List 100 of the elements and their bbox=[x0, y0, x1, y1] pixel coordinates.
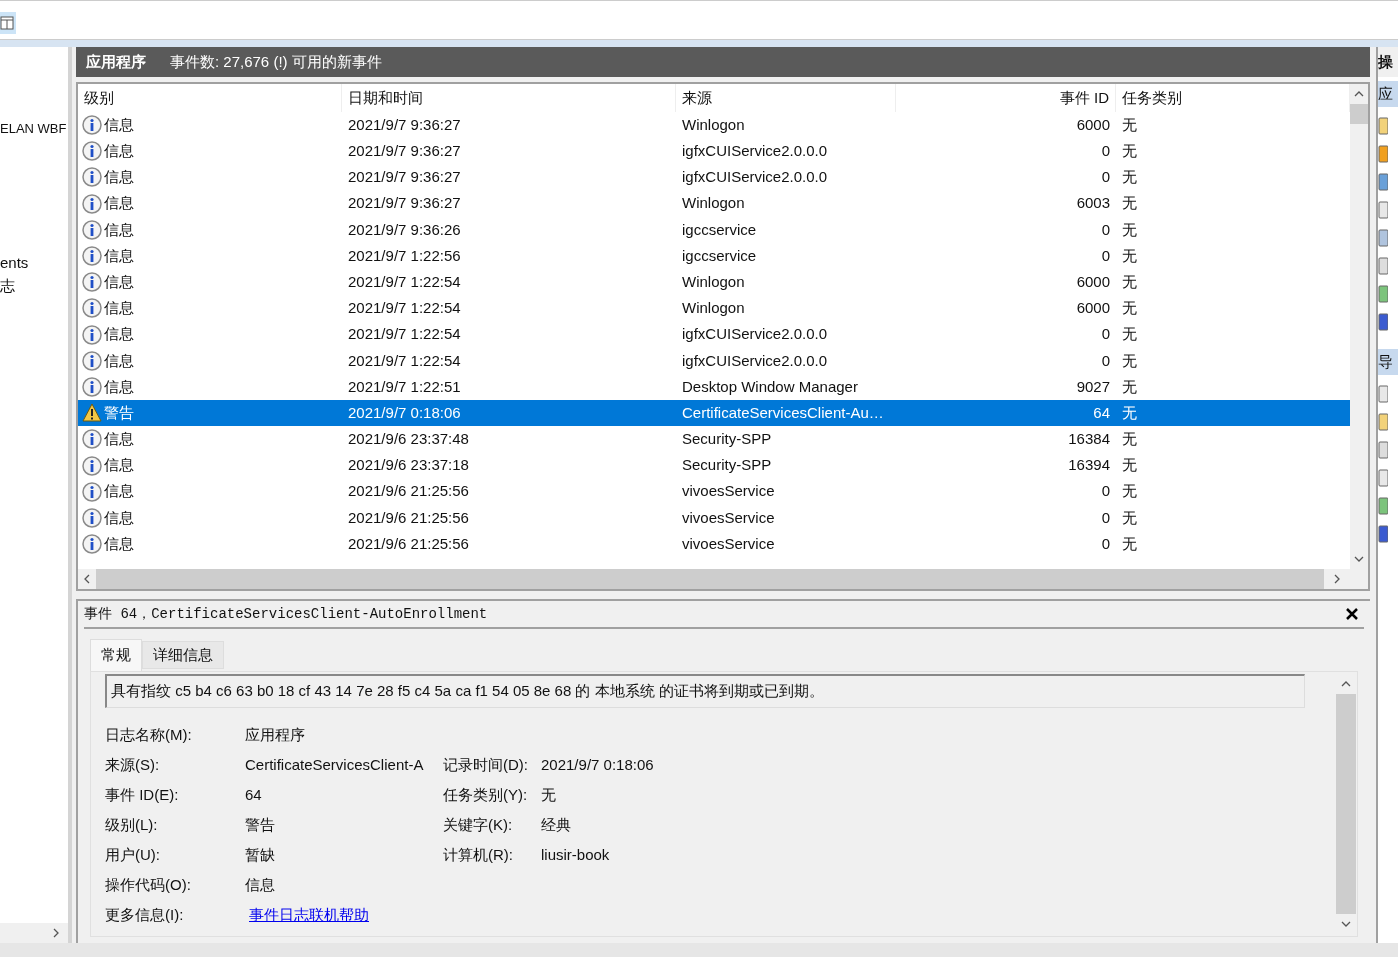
action-icon[interactable] bbox=[1378, 229, 1388, 247]
table-cell: igfxCUIService2.0.0.0 bbox=[682, 325, 828, 343]
action-icon[interactable] bbox=[1378, 201, 1388, 219]
section-header[interactable]: 导 bbox=[1378, 349, 1398, 375]
event-row[interactable]: 信息 2021/9/7 9:36:27 igfxCUIService2.0.0.0 0 无 bbox=[78, 164, 1350, 191]
action-icon[interactable] bbox=[1378, 145, 1388, 163]
scroll-thumb[interactable] bbox=[1336, 694, 1356, 914]
details-tab[interactable]: 常规 bbox=[90, 639, 142, 671]
event-row[interactable]: 信息 2021/9/6 21:25:56 vivoesService 0 无 bbox=[78, 478, 1350, 505]
field-label: 计算机(R): bbox=[443, 844, 514, 865]
tree-item[interactable]: ELAN WBF bbox=[0, 119, 67, 139]
event-row[interactable]: 信息 2021/9/7 1:22:51 Desktop Window Manager 9027 无 bbox=[78, 373, 1350, 401]
action-icon[interactable] bbox=[1378, 117, 1388, 135]
event-row[interactable]: 信息 2021/9/7 1:22:54 igfxCUIService2.0.0.0 0 无 bbox=[78, 321, 1350, 348]
event-row[interactable]: 信息 2021/9/6 21:25:56 vivoesService 0 无 bbox=[78, 531, 1350, 558]
table-cell: vivoesService bbox=[682, 482, 775, 500]
table-cell: vivoesService bbox=[682, 534, 775, 552]
action-icon[interactable] bbox=[1378, 173, 1388, 191]
table-cell: 2021/9/7 9:36:26 bbox=[348, 220, 461, 238]
column-header[interactable]: 级别 bbox=[78, 84, 342, 112]
event-row[interactable]: 信息 2021/9/6 21:25:56 vivoesService 0 无 bbox=[78, 504, 1350, 531]
scroll-thumb[interactable] bbox=[1350, 104, 1368, 124]
event-row[interactable]: 信息 2021/9/7 9:36:27 Winlogon 6000 无 bbox=[78, 112, 1350, 139]
info-icon bbox=[82, 376, 102, 397]
action-icon[interactable] bbox=[1378, 313, 1388, 331]
event-title: 事件 64，CertificateServicesClient-AutoEnrollment bbox=[84, 604, 488, 624]
table-cell: igfxCUIService2.0.0.0 bbox=[682, 168, 828, 186]
table-cell: Winlogon bbox=[682, 115, 745, 133]
table-cell-text: 信息 bbox=[104, 114, 134, 135]
event-row[interactable]: 信息 2021/9/7 1:22:56 igccservice 0 无 bbox=[78, 242, 1350, 270]
table-cell: Winlogon bbox=[682, 194, 745, 212]
close-icon[interactable] bbox=[1346, 608, 1358, 620]
action-icon[interactable] bbox=[1378, 385, 1388, 403]
table-cell: 64 bbox=[1093, 403, 1110, 421]
column-header[interactable]: 来源 bbox=[676, 84, 896, 112]
event-row[interactable]: 信息 2021/9/7 9:36:27 igfxCUIService2.0.0.0 0 无 bbox=[78, 138, 1350, 165]
vertical-scrollbar[interactable] bbox=[1350, 84, 1368, 569]
event-row[interactable]: 警告 2021/9/7 0:18:06 CertificateServicesClient-Au… 64 无 bbox=[78, 400, 1350, 427]
table-cell: 2021/9/7 9:36:27 bbox=[348, 194, 461, 212]
column-header[interactable]: 日期和时间 bbox=[342, 84, 676, 112]
event-row[interactable]: 信息 2021/9/6 23:37:18 Security-SPP 16394 无 bbox=[78, 452, 1350, 479]
action-icon[interactable] bbox=[1378, 257, 1388, 275]
field-value: 无 bbox=[541, 785, 556, 803]
table-cell: 0 bbox=[1101, 142, 1110, 160]
table-cell: Security-SPP bbox=[682, 456, 772, 474]
help-link[interactable]: 事件日志联机帮助 bbox=[249, 905, 369, 923]
tree-item[interactable]: ents bbox=[0, 250, 68, 274]
field-label: 用户(U): bbox=[105, 844, 161, 865]
info-icon bbox=[82, 272, 102, 293]
table-cell: 0 bbox=[1101, 508, 1110, 526]
info-icon bbox=[82, 429, 102, 450]
action-icon[interactable] bbox=[1378, 469, 1388, 487]
event-row[interactable]: 信息 2021/9/7 1:22:54 Winlogon 6000 无 bbox=[78, 295, 1350, 322]
field-value: 2021/9/7 0:18:06 bbox=[541, 755, 654, 773]
table-cell: 无 bbox=[1122, 403, 1137, 421]
info-icon bbox=[82, 507, 102, 528]
details-tab[interactable]: 详细信息 bbox=[142, 641, 224, 669]
field-label: 操作代码(O): bbox=[105, 874, 192, 895]
action-icon[interactable] bbox=[1378, 285, 1388, 303]
section-header[interactable]: 应 bbox=[1378, 81, 1398, 107]
table-cell: 无 bbox=[1122, 246, 1137, 264]
table-cell-text: 信息 bbox=[104, 271, 134, 292]
table-cell: 0 bbox=[1101, 168, 1110, 186]
tree-item[interactable]: 志 bbox=[0, 273, 68, 297]
window-layout-icon[interactable] bbox=[0, 12, 16, 34]
table-cell-text: 信息 bbox=[104, 350, 134, 371]
table-cell-text: 信息 bbox=[104, 429, 134, 450]
event-row[interactable]: 信息 2021/9/7 9:36:27 Winlogon 6003 无 bbox=[78, 190, 1350, 217]
field-value: 应用程序 bbox=[245, 725, 305, 743]
table-cell: igccservice bbox=[682, 220, 757, 238]
event-row[interactable]: 信息 2021/9/7 1:22:54 Winlogon 6000 无 bbox=[78, 269, 1350, 296]
table-cell: 9027 bbox=[1076, 377, 1110, 395]
table-cell: 无 bbox=[1122, 299, 1137, 317]
column-header[interactable]: 事件 ID bbox=[896, 84, 1116, 112]
info-icon bbox=[82, 219, 102, 240]
warning-icon bbox=[82, 403, 102, 424]
table-cell: 16394 bbox=[1068, 456, 1110, 474]
table-cell: 无 bbox=[1122, 168, 1137, 186]
field-label: 任务类别(Y): bbox=[443, 784, 529, 805]
table-cell: 2021/9/6 21:25:56 bbox=[348, 508, 469, 526]
field-label: 关键字(K): bbox=[443, 814, 514, 835]
table-cell: 2021/9/6 21:25:56 bbox=[348, 482, 469, 500]
event-row[interactable]: 信息 2021/9/6 23:37:48 Security-SPP 16384 无 bbox=[78, 426, 1350, 453]
event-row[interactable]: 信息 2021/9/7 9:36:26 igccservice 0 无 bbox=[78, 216, 1350, 243]
table-cell-text: 信息 bbox=[104, 141, 134, 162]
action-icon[interactable] bbox=[1378, 525, 1388, 543]
table-cell-text: 信息 bbox=[104, 324, 134, 345]
field-label: 日志名称(M): bbox=[105, 724, 193, 745]
table-cell: igfxCUIService2.0.0.0 bbox=[682, 351, 828, 369]
table-cell: 0 bbox=[1101, 534, 1110, 552]
action-icon[interactable] bbox=[1378, 497, 1388, 515]
event-row[interactable]: 信息 2021/9/7 1:22:54 igfxCUIService2.0.0.0 0 无 bbox=[78, 347, 1350, 374]
action-icon[interactable] bbox=[1378, 441, 1388, 459]
table-cell: 0 bbox=[1101, 220, 1110, 238]
table-cell: 16384 bbox=[1068, 430, 1110, 448]
info-icon bbox=[82, 481, 102, 502]
action-icon[interactable] bbox=[1378, 413, 1388, 431]
table-cell-text: 信息 bbox=[104, 245, 134, 266]
message-box: 具有指纹 c5 b4 c6 63 b0 18 cf 43 14 7e 28 f5 c4 5a ca f1 54 05 8e 68 的 本地系统 的证书将到期或已到期。 bbox=[105, 674, 1305, 708]
info-icon bbox=[82, 455, 102, 476]
